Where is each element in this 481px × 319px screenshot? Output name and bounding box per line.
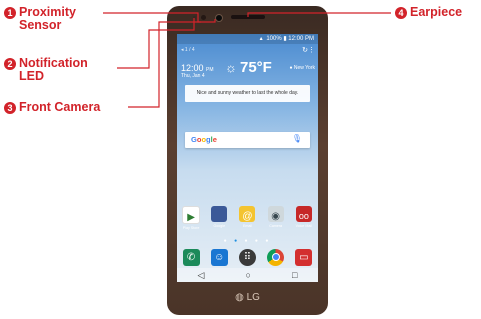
app-label: Camera	[269, 224, 283, 228]
brand-text: LG	[246, 292, 260, 303]
app-camera[interactable]: ◉ Camera	[265, 206, 287, 230]
callout-earpiece: 4 Earpiece	[395, 6, 462, 19]
status-bar: ▴ 100% ▮ 12:00 PM	[177, 34, 318, 44]
app-row: ▶ Play Store Google @ Email ◉ Camera oo …	[177, 206, 318, 230]
earpiece	[231, 15, 265, 19]
home-screen: ▴ 100% ▮ 12:00 PM ◂ 1 / 4 ↻ ⋮ 12:00 PM T…	[177, 34, 318, 282]
lg-circle-icon: ◍	[235, 292, 244, 303]
weather-location: ● New York	[289, 65, 315, 71]
recents-icon[interactable]: □	[292, 270, 297, 280]
app-play-store[interactable]: ▶ Play Store	[180, 206, 202, 230]
callout-number-4: 4	[395, 7, 407, 19]
callout-number-3: 3	[4, 102, 16, 114]
weather-ampm: PM	[206, 67, 214, 73]
camera-icon: ◉	[267, 206, 284, 222]
status-text: 100% ▮ 12:00 PM	[266, 36, 314, 42]
app-label: Google	[213, 224, 226, 228]
microphone-icon[interactable]: 🎙	[292, 134, 302, 143]
chrome-icon[interactable]	[267, 248, 285, 266]
home-icon[interactable]: ○	[246, 270, 251, 280]
lg-logo: ◍ LG	[167, 292, 328, 303]
callout-label-line: Sensor	[19, 18, 62, 32]
partly-sunny-icon: ☼	[225, 60, 237, 75]
app-label: Email	[242, 224, 252, 228]
callout-label-line: Front Camera	[19, 100, 101, 114]
callout-label-line: Notification	[19, 56, 88, 70]
front-camera	[215, 14, 223, 22]
app-label: Voice Mail	[295, 224, 313, 228]
notification-led	[193, 16, 196, 19]
weather-date: Thu, Jan 4	[181, 73, 205, 79]
phone-icon[interactable]: ✆	[182, 248, 200, 266]
callout-label-line: Earpiece	[410, 5, 463, 19]
messaging-icon[interactable]: ▭	[295, 248, 313, 266]
google-folder-icon	[211, 206, 228, 222]
page-indicator: ● ● ● ● ●	[223, 238, 272, 244]
navigation-bar: ◁ ○ □	[177, 268, 318, 282]
contacts-icon[interactable]: ☺	[210, 248, 228, 266]
callout-label-line: Proximity	[19, 5, 76, 19]
callout-number-2: 2	[4, 58, 16, 70]
top-bezel	[167, 6, 328, 36]
callout-number-1: 1	[4, 7, 16, 19]
google-search-bar[interactable]: Google 🎙	[185, 132, 310, 148]
apps-drawer-icon[interactable]: ⠿	[238, 248, 256, 266]
signal-icon: ▴	[259, 36, 263, 42]
weather-message-card: Nice and sunny weather to last the whole…	[185, 85, 310, 102]
callout-label-line: LED	[19, 69, 44, 83]
weather-page-indicator: ◂ 1 / 4	[181, 47, 195, 53]
back-icon[interactable]: ◁	[198, 270, 205, 281]
weather-temperature: 75°F	[240, 59, 272, 76]
google-logo: Google	[191, 135, 217, 144]
play-store-icon: ▶	[182, 206, 201, 224]
voicemail-icon: oo	[295, 206, 312, 222]
app-voice-mail[interactable]: oo Voice Mail	[293, 206, 315, 230]
phone-body: ▴ 100% ▮ 12:00 PM ◂ 1 / 4 ↻ ⋮ 12:00 PM T…	[167, 6, 328, 315]
callout-front-camera: 3 Front Camera	[4, 101, 100, 114]
more-icon[interactable]: ⋮	[308, 46, 315, 54]
dock: ✆ ☺ ⠿ ▭	[177, 246, 318, 268]
proximity-sensor	[201, 15, 206, 20]
email-icon: @	[239, 206, 256, 222]
weather-widget[interactable]: ◂ 1 / 4 ↻ ⋮ 12:00 PM Thu, Jan 4 ☼ 75°F ●…	[177, 44, 318, 102]
app-label: Play Store	[182, 226, 200, 230]
app-google[interactable]: Google	[208, 206, 230, 230]
callout-notification-led: 2 Notification LED	[4, 57, 88, 83]
weather-time: 12:00	[181, 63, 204, 73]
app-email[interactable]: @ Email	[236, 206, 258, 230]
callout-proximity-sensor: 1 Proximity Sensor	[4, 6, 76, 32]
